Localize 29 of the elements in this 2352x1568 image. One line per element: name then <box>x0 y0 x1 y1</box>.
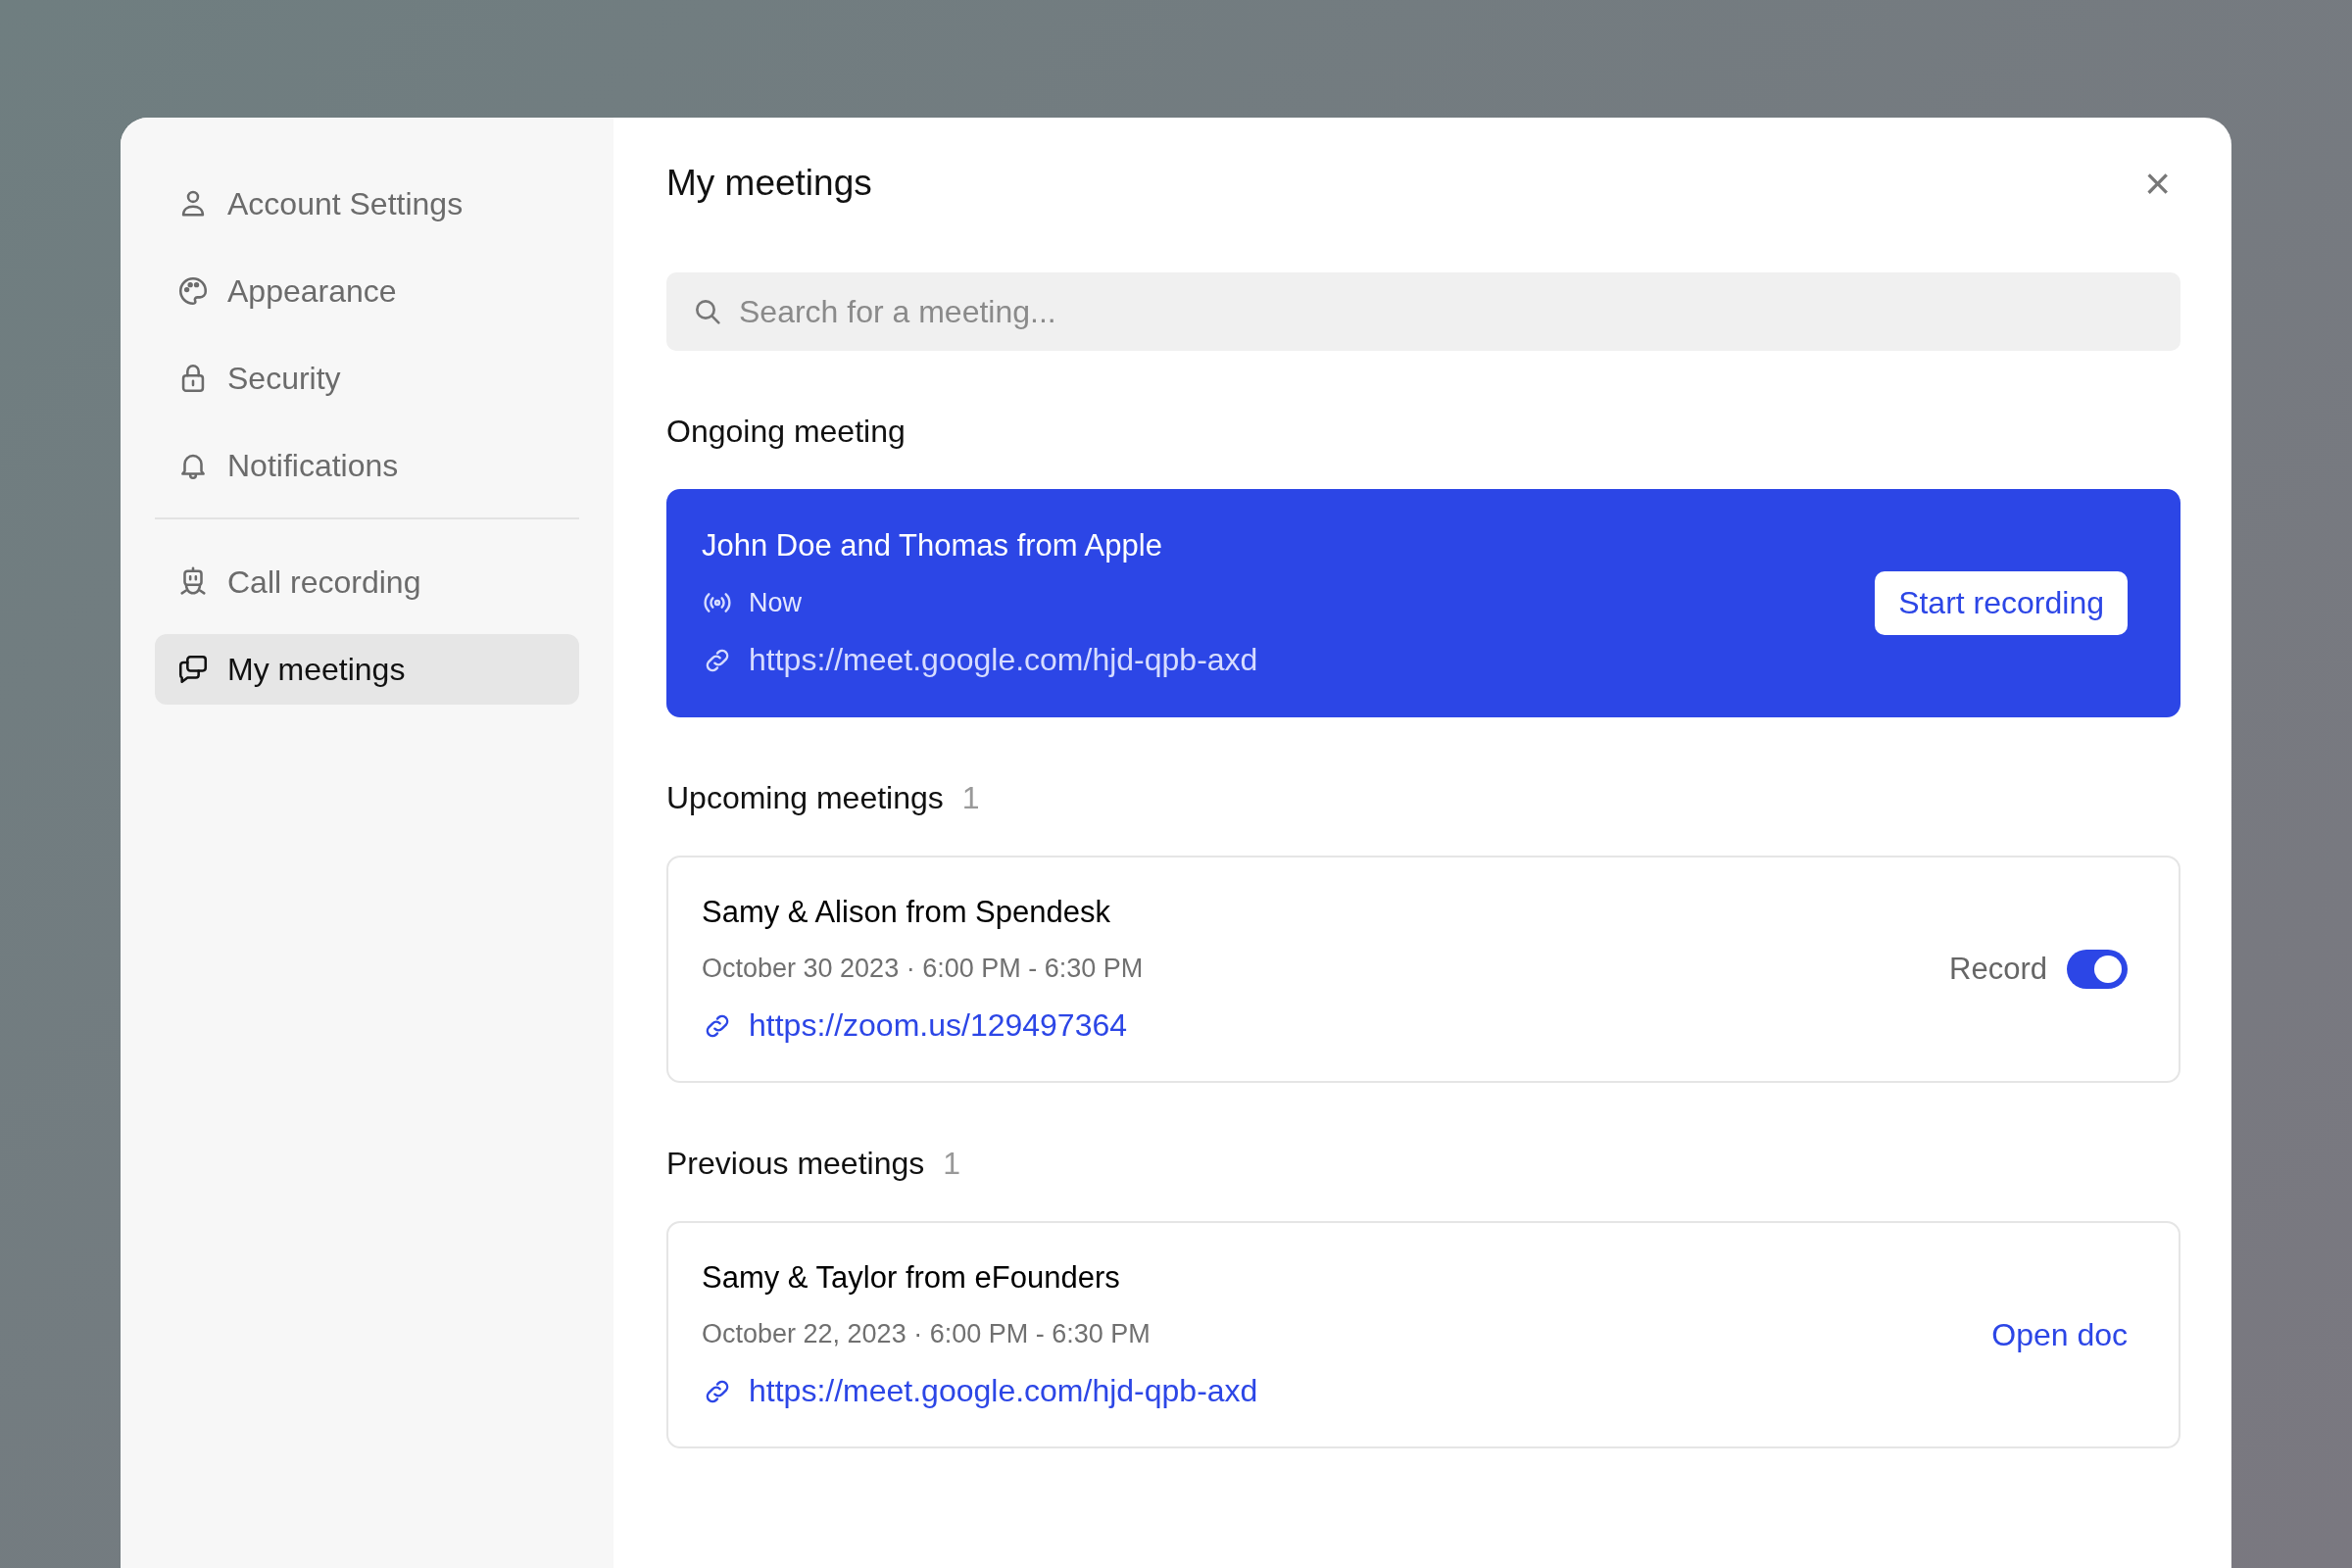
sidebar-item[interactable]: Security <box>155 343 579 414</box>
sidebar-item[interactable]: Account Settings <box>155 169 579 239</box>
sidebar-item[interactable]: Call recording <box>155 547 579 617</box>
close-button[interactable]: × <box>2134 161 2180 206</box>
meeting-title: Samy & Alison from Spendesk <box>702 895 1111 930</box>
page-title: My meetings <box>666 163 872 204</box>
chat-bubbles-icon <box>176 653 210 686</box>
search-field[interactable]: Search for a meeting... <box>666 272 2180 351</box>
sidebar-item[interactable]: Notifications <box>155 430 579 501</box>
palette-icon <box>176 274 210 308</box>
meeting-time: October 30 2023 · 6:00 PM - 6:30 PM <box>702 954 1144 984</box>
meeting-title: John Doe and Thomas from Apple <box>702 528 1163 564</box>
sidebar-item[interactable]: My meetings <box>155 634 579 705</box>
section-heading: Previous meetings 1 <box>666 1146 961 1182</box>
record-toggle[interactable] <box>2067 950 2128 989</box>
section-heading: Ongoing meeting <box>666 414 906 450</box>
meeting-link[interactable]: https://meet.google.com/hjd-qpb-axd <box>749 642 1258 678</box>
section-heading: Upcoming meetings 1 <box>666 780 981 816</box>
meeting-time: October 22, 2023 · 6:00 PM - 6:30 PM <box>702 1319 1152 1349</box>
meeting-link[interactable]: https://zoom.us/129497364 <box>749 1007 1128 1044</box>
open-doc-link[interactable]: Open doc <box>1991 1316 2128 1353</box>
meeting-status: Now <box>749 587 802 618</box>
meeting-title: Samy & Taylor from eFounders <box>702 1260 1121 1296</box>
meeting-count: 1 <box>961 780 980 815</box>
start-recording-button[interactable]: Start recording <box>1875 571 2128 635</box>
sidebar-item[interactable]: Appearance <box>155 256 579 326</box>
meeting-link[interactable]: https://meet.google.com/hjd-qpb-axd <box>749 1373 1258 1409</box>
meeting-count: 1 <box>943 1146 960 1181</box>
record-label: Record <box>1949 952 2047 987</box>
